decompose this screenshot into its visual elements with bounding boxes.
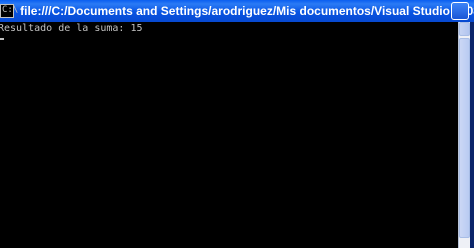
vertical-scrollbar[interactable] [458,22,470,248]
scroll-thumb[interactable] [459,38,470,238]
window-control-button[interactable] [451,2,469,20]
console-output-line: Resultado de la suma: 15 [0,23,143,34]
title-bar[interactable]: C:\ file:///C:/Documents and Settings/ar… [0,0,474,22]
console-icon-glyph: C:\ [2,5,19,15]
text-cursor [0,38,4,40]
console-window: C:\ file:///C:/Documents and Settings/ar… [0,0,474,248]
console-output-area[interactable]: Resultado de la suma: 15 [0,22,458,248]
window-title: file:///C:/Documents and Settings/arodri… [20,4,474,18]
scroll-up-button[interactable] [459,22,470,36]
console-window-icon[interactable]: C:\ [0,4,18,18]
